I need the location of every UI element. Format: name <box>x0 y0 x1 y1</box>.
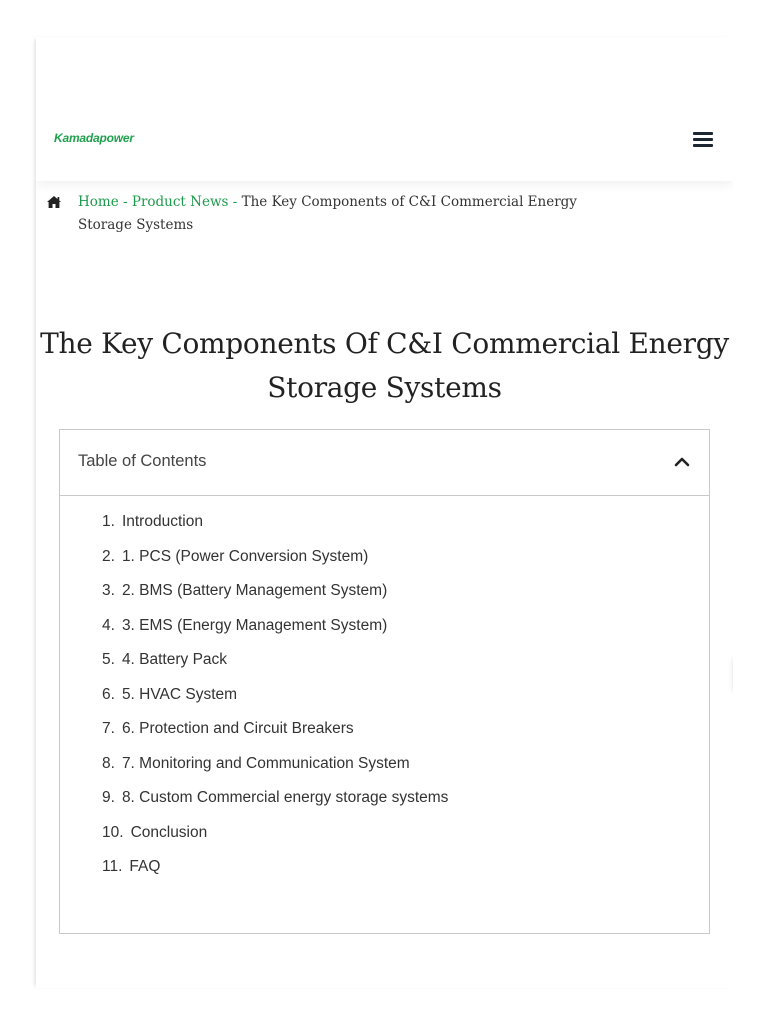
toc-item: 9. 8. Custom Commercial energy storage sy… <box>102 789 709 824</box>
toc-item-link[interactable]: Conclusion <box>131 824 208 841</box>
toc-item-number: 4. <box>102 616 115 634</box>
toc-list: 1. Introduction 2. 1. PCS (Power Conversion… <box>60 496 709 893</box>
toc-item-number: 9. <box>102 789 115 806</box>
toc-item-link[interactable]: 8. Custom Commercial energy storage syst… <box>122 789 448 806</box>
hamburger-menu-button[interactable] <box>693 132 713 148</box>
table-of-contents: Table of Contents 1. Introduction 2. 1. PCS… <box>59 429 710 934</box>
page-container: Kamadapower Home - Product News - The Ke… <box>36 37 733 988</box>
toc-item-link[interactable]: 4. Battery Pack <box>122 651 227 668</box>
toc-item-number: 6. <box>102 685 115 703</box>
toc-item-link[interactable]: 5. HVAC System <box>122 686 237 703</box>
toc-item: 4. 3. EMS (Energy Management System) <box>102 617 709 652</box>
toc-item: 1. Introduction <box>102 513 709 548</box>
toc-title: Table of Contents <box>78 452 207 470</box>
toc-item: 6. 5. HVAC System <box>102 686 709 721</box>
breadcrumb: Home - Product News - The Key Components… <box>46 191 626 237</box>
toc-item-link[interactable]: 3. EMS (Energy Management System) <box>122 617 387 634</box>
toc-item-link[interactable]: Introduction <box>122 513 203 530</box>
toc-item: 3. 2. BMS (Battery Management System) <box>102 582 709 617</box>
breadcrumb-separator: - <box>232 194 238 210</box>
toc-item-number: 1. <box>102 513 115 530</box>
menu-bar <box>693 138 713 141</box>
toc-item-number: 11. <box>102 858 123 875</box>
toc-item-number: 8. <box>102 754 115 772</box>
menu-bar <box>693 132 713 135</box>
toc-item: 8. 7. Monitoring and Communication System <box>102 755 709 790</box>
toc-item-link[interactable]: 1. PCS (Power Conversion System) <box>122 548 368 565</box>
menu-bar <box>693 144 713 147</box>
toc-item-number: 5. <box>102 651 115 668</box>
toc-item-link[interactable]: FAQ <box>129 858 160 875</box>
home-icon[interactable] <box>46 195 62 209</box>
toc-item: 10. Conclusion <box>102 824 709 859</box>
breadcrumb-trail: Home - Product News - The Key Components… <box>78 191 626 237</box>
toc-item-link[interactable]: 7. Monitoring and Communication System <box>122 755 410 772</box>
breadcrumb-home-link[interactable]: Home <box>78 194 119 210</box>
toc-item-number: 2. <box>102 547 115 565</box>
site-logo[interactable]: Kamadapower <box>54 131 134 145</box>
chevron-up-icon[interactable] <box>674 456 690 468</box>
toc-item: 5. 4. Battery Pack <box>102 651 709 686</box>
breadcrumb-product-news-link[interactable]: Product News <box>132 194 229 210</box>
toc-item: 2. 1. PCS (Power Conversion System) <box>102 548 709 583</box>
toc-item-number: 7. <box>102 720 115 737</box>
toc-item: 7. 6. Protection and Circuit Breakers <box>102 720 709 755</box>
toc-item-link[interactable]: 2. BMS (Battery Management System) <box>122 582 387 599</box>
breadcrumb-separator: - <box>123 194 128 210</box>
toc-item: 11. FAQ <box>102 858 709 893</box>
toc-header[interactable]: Table of Contents <box>60 430 709 496</box>
page-title: The Key Components Of C&I Commercial Ene… <box>40 327 729 404</box>
toc-item-number: 10. <box>102 823 124 841</box>
toc-item-number: 3. <box>102 582 115 599</box>
site-header: Kamadapower <box>36 37 733 181</box>
toc-item-link[interactable]: 6. Protection and Circuit Breakers <box>122 720 354 737</box>
